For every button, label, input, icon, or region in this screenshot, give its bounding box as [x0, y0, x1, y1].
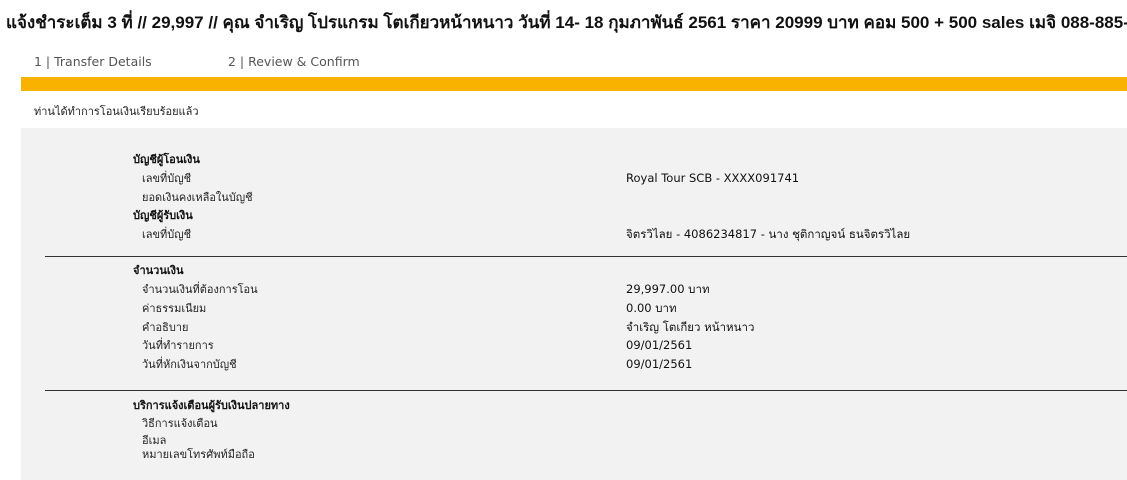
progress-bar	[21, 77, 1127, 91]
debit-date-label: วันที่หักเงินจากบัญชี	[142, 358, 237, 371]
amount-title: จำนวนเงิน	[133, 264, 184, 277]
transaction-date-label: วันที่ทำรายการ	[142, 339, 214, 352]
debit-date-value: 09/01/2561	[626, 357, 693, 371]
notification-email-label: อีเมล	[142, 434, 167, 447]
notification-mobile-label: หมายเลขโทรศัพท์มือถือ	[142, 448, 255, 461]
step-transfer-details: 1 | Transfer Details	[34, 54, 152, 69]
transfer-amount-value: 29,997.00 บาท	[626, 282, 710, 296]
to-account-number-label: เลขที่บัญชี	[142, 228, 192, 241]
page-headline: แจ้งชำระเต็ม 3 ที่ // 29,997 // คุณ จำเร…	[6, 13, 1127, 32]
fee-value: 0.00 บาท	[626, 301, 677, 315]
notification-title: บริการแจ้งเตือนผู้รับเงินปลายทาง	[133, 399, 290, 412]
notification-method-label: วิธีการแจ้งเตือน	[142, 417, 218, 430]
to-account-number-value: จิตรวิไลย - 4086234817 - นาง ชุติกาญจน์ …	[626, 227, 911, 241]
transaction-date-value: 09/01/2561	[626, 338, 693, 352]
transfer-success-message: ท่านได้ทำการโอนเงินเรียบร้อยแล้ว	[34, 105, 199, 118]
from-account-balance-label: ยอดเงินคงเหลือในบัญชี	[142, 191, 253, 204]
section-divider	[45, 256, 1127, 257]
fee-label: ค่าธรรมเนียม	[142, 302, 207, 315]
step-review-confirm: 2 | Review & Confirm	[228, 54, 360, 69]
description-label: คำอธิบาย	[142, 321, 189, 334]
from-account-number-label: เลขที่บัญชี	[142, 172, 192, 185]
step-indicator: 1 | Transfer Details 2 | Review & Confir…	[0, 48, 1127, 76]
from-account-title: บัญชีผู้โอนเงิน	[133, 153, 200, 166]
from-account-number-value: Royal Tour SCB - XXXX091741	[626, 171, 800, 185]
transfer-summary-panel: บัญชีผู้โอนเงิน เลขที่บัญชี Royal Tour S…	[21, 128, 1127, 480]
description-value: จำเริญ โตเกียว หน้าหนาว	[626, 320, 755, 334]
to-account-title: บัญชีผู้รับเงิน	[133, 209, 193, 222]
transfer-amount-label: จำนวนเงินที่ต้องการโอน	[142, 283, 258, 296]
section-divider	[45, 390, 1127, 391]
